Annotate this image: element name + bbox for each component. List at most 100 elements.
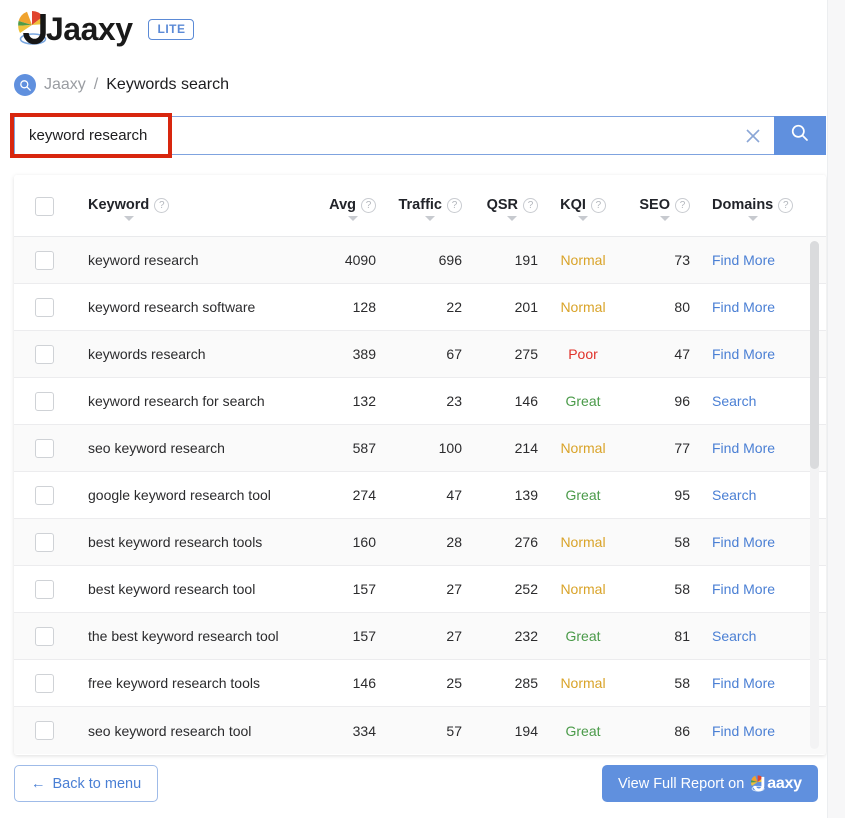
table-row[interactable]: best keyword research tool 157 27 252 Normal… — [14, 566, 826, 613]
table-row[interactable]: keyword research 4090 696 191 Normal 73 Find M… — [14, 237, 826, 284]
brand-wordmark: Jaaxy — [46, 11, 133, 47]
column-header-avg[interactable]: Avg ? — [296, 197, 376, 221]
cell-qsr: 191 — [514, 252, 538, 268]
search-input[interactable] — [15, 117, 774, 154]
sort-caret-traffic[interactable] — [425, 216, 436, 221]
search-submit-button[interactable] — [774, 116, 826, 155]
cell-seo: 58 — [674, 581, 690, 597]
cell-qsr: 252 — [514, 581, 538, 597]
search-badge-icon — [14, 74, 36, 96]
cell-domains[interactable]: Find More — [690, 252, 808, 268]
back-to-menu-button[interactable]: ← Back to menu — [14, 765, 159, 802]
cell-domains[interactable]: Search — [690, 628, 808, 644]
help-icon-kqi[interactable]: ? — [590, 197, 606, 213]
help-icon-seo[interactable]: ? — [675, 197, 690, 213]
page-scrollbar[interactable] — [827, 0, 845, 818]
row-checkbox[interactable] — [34, 579, 54, 599]
row-checkbox[interactable] — [34, 485, 54, 505]
help-icon-traffic[interactable]: ? — [447, 197, 462, 213]
cell-seo: 86 — [674, 722, 690, 739]
table-row[interactable]: keyword research for search 132 23 146 Great… — [14, 378, 826, 425]
row-select-cell — [14, 673, 74, 693]
cell-keyword: keyword research for search — [88, 393, 265, 409]
cell-domains[interactable]: Find More — [690, 440, 808, 456]
row-checkbox[interactable] — [34, 297, 54, 317]
select-all-checkbox[interactable] — [34, 197, 54, 216]
row-checkbox[interactable] — [34, 438, 54, 458]
table-row[interactable]: seo keyword research tool 334 57 194 Great 86… — [14, 707, 826, 754]
table-body-scroll-area[interactable]: keyword research 4090 696 191 Normal 73 Find M… — [14, 237, 826, 755]
cell-qsr: 194 — [514, 722, 538, 739]
cell-keyword: seo keyword research — [88, 440, 225, 456]
column-label-domains: Domains — [712, 197, 774, 213]
breadcrumb-root[interactable]: Jaaxy — [44, 76, 86, 94]
sort-caret-seo[interactable] — [659, 216, 670, 221]
search-bar — [14, 116, 826, 155]
cell-domains[interactable]: Search — [690, 393, 808, 409]
help-icon-qsr[interactable]: ? — [523, 197, 538, 213]
row-checkbox[interactable] — [34, 344, 54, 364]
cell-qsr: 276 — [514, 534, 538, 550]
cell-kqi: Normal — [560, 675, 606, 691]
jaaxy-pie-logo-icon — [16, 8, 58, 50]
cell-keyword: free keyword research tools — [88, 675, 260, 691]
page-content: Jaaxy LITE Jaaxy / Keywords search keywo… — [0, 0, 827, 818]
cell-qsr: 201 — [514, 299, 538, 315]
table-row[interactable]: keyword research software 128 22 201 Normal 8… — [14, 284, 826, 331]
cell-qsr: 146 — [514, 393, 538, 409]
cell-domains[interactable]: Find More — [690, 534, 808, 550]
row-select-cell — [14, 485, 74, 505]
row-checkbox[interactable] — [34, 673, 54, 693]
cell-avg: 389 — [352, 346, 376, 362]
cell-domains[interactable]: Find More — [690, 723, 808, 739]
sort-caret-avg[interactable] — [347, 216, 358, 221]
breadcrumb: Jaaxy / Keywords search — [14, 74, 229, 96]
help-icon-domains[interactable]: ? — [778, 197, 794, 213]
table-body: keyword research 4090 696 191 Normal 73 Find M… — [14, 237, 826, 754]
cell-avg: 157 — [352, 581, 376, 597]
table-row[interactable]: keywords research 389 67 275 Poor 47 Find More — [14, 331, 826, 378]
cell-keyword: seo keyword research tool — [88, 722, 252, 739]
column-header-seo[interactable]: SEO ? — [628, 197, 690, 221]
column-header-qsr[interactable]: QSR ? — [462, 197, 538, 221]
table-row[interactable]: free keyword research tools 146 25 285 Norma… — [14, 660, 826, 707]
cell-domains[interactable]: Search — [690, 487, 808, 503]
cell-domains[interactable]: Find More — [690, 299, 808, 315]
help-icon-avg[interactable]: ? — [361, 197, 376, 213]
cell-avg: 587 — [352, 440, 376, 456]
table-scrollbar-thumb[interactable] — [810, 241, 819, 469]
column-header-domains[interactable]: Domains ? — [690, 197, 808, 221]
table-row[interactable]: best keyword research tools 160 28 276 Norma… — [14, 519, 826, 566]
row-select-cell — [14, 250, 74, 270]
sort-caret-keyword[interactable] — [123, 216, 134, 221]
cell-avg: 160 — [352, 534, 376, 550]
close-x-icon[interactable] — [744, 127, 762, 145]
cell-domains[interactable]: Find More — [690, 675, 808, 691]
row-checkbox[interactable] — [34, 250, 54, 270]
cell-keyword: best keyword research tools — [88, 534, 263, 550]
sort-caret-kqi[interactable] — [578, 216, 588, 221]
row-checkbox[interactable] — [34, 721, 54, 740]
column-header-kqi[interactable]: KQI ? — [538, 197, 628, 221]
row-checkbox[interactable] — [34, 391, 54, 411]
table-row[interactable]: google keyword research tool 274 47 139 Grea… — [14, 472, 826, 519]
table-row[interactable]: seo keyword research 587 100 214 Normal 77 Fin… — [14, 425, 826, 472]
row-checkbox[interactable] — [34, 532, 54, 552]
column-label-kqi: KQI — [560, 197, 586, 213]
cell-kqi: Normal — [560, 299, 606, 315]
view-full-report-button[interactable]: View Full Report on aaxy — [602, 765, 818, 802]
sort-caret-domains[interactable] — [747, 216, 758, 221]
sort-caret-qsr[interactable] — [507, 216, 518, 221]
table-row[interactable]: the best keyword research tool 157 27 232 Gr… — [14, 613, 826, 660]
jaaxy-pie-logo-icon-small — [750, 774, 770, 794]
cell-domains[interactable]: Find More — [690, 346, 808, 362]
column-header-keyword[interactable]: Keyword ? — [74, 197, 296, 221]
search-icon — [790, 123, 810, 148]
column-header-traffic[interactable]: Traffic ? — [376, 197, 462, 221]
cell-kqi: Normal — [560, 581, 606, 597]
row-checkbox[interactable] — [34, 626, 54, 646]
plan-badge: LITE — [148, 18, 195, 40]
cell-domains[interactable]: Find More — [690, 581, 808, 597]
row-select-cell — [14, 344, 74, 364]
help-icon-keyword[interactable]: ? — [154, 197, 170, 213]
